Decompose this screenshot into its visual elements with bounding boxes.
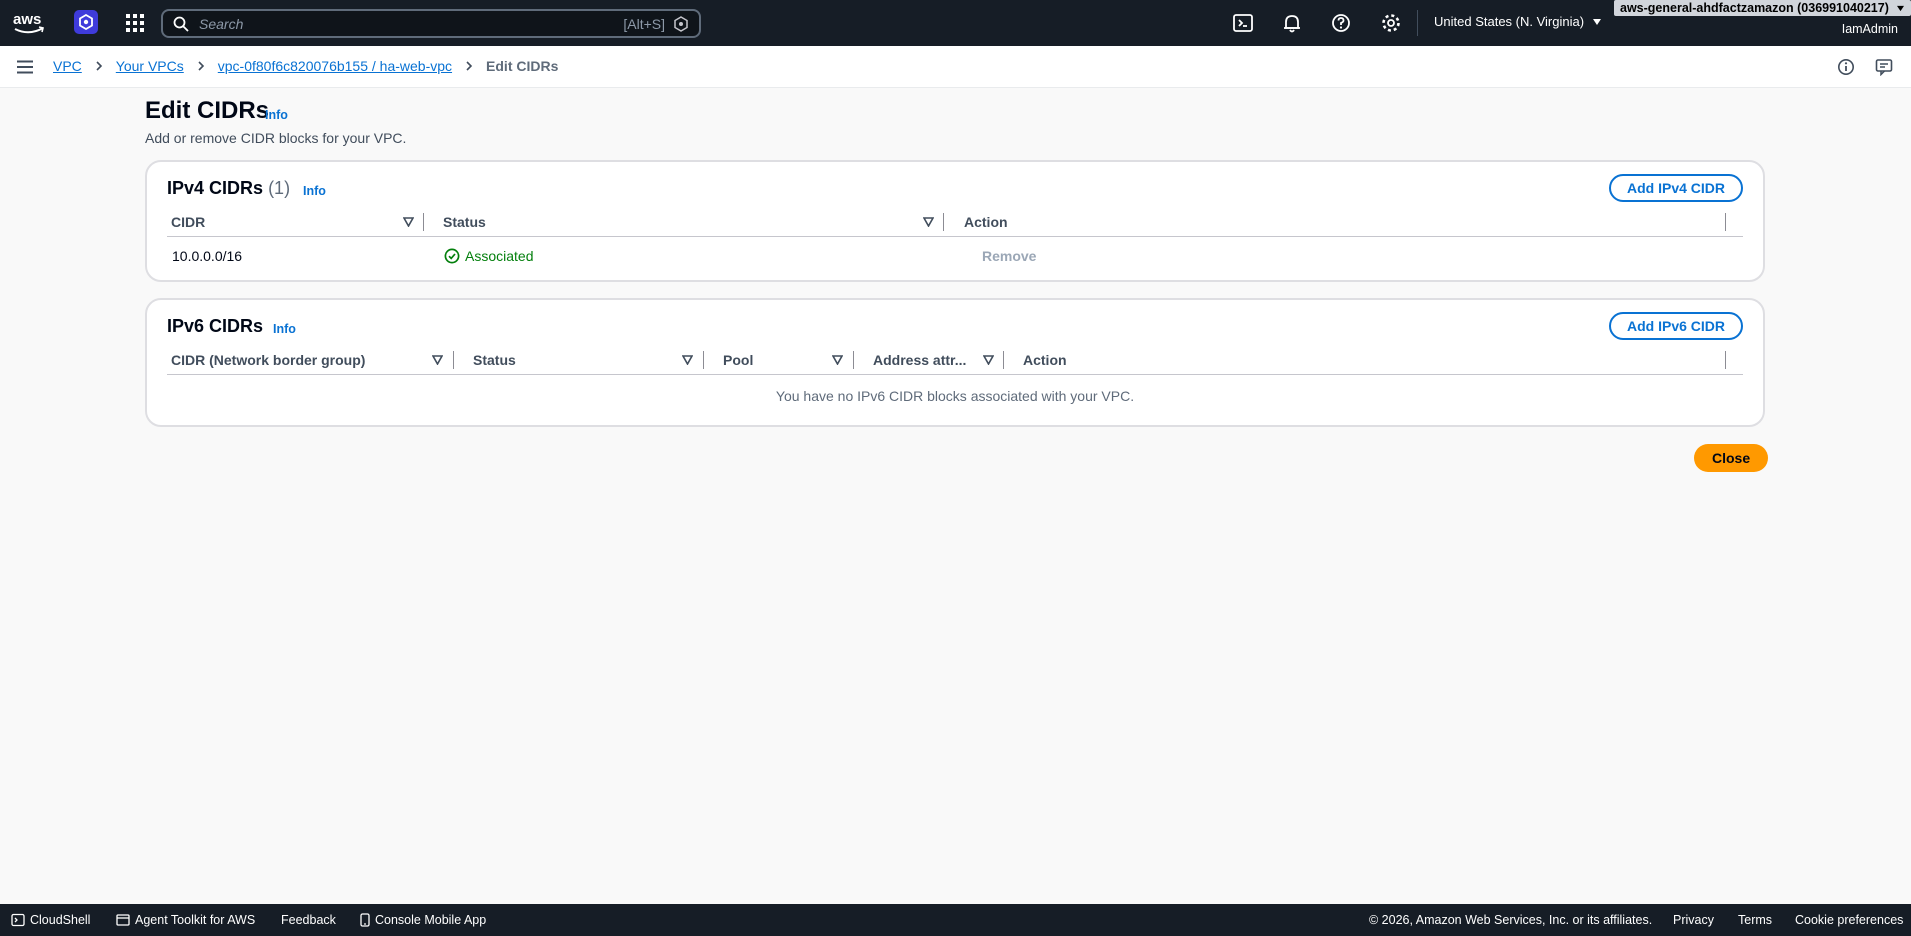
cloudshell-link[interactable]: CloudShell	[11, 913, 90, 927]
sort-icon[interactable]	[432, 355, 443, 365]
info-icon[interactable]	[1837, 58, 1855, 76]
help-icon[interactable]	[1330, 12, 1352, 34]
terms-link[interactable]: Terms	[1738, 913, 1772, 927]
aws-logo[interactable]: aws	[12, 9, 46, 37]
sort-icon[interactable]	[682, 355, 693, 365]
ipv6-info-link[interactable]: Info	[273, 322, 296, 336]
search-placeholder: Search	[199, 16, 244, 32]
status-badge: Associated	[444, 248, 533, 264]
ipv4-title-text: IPv4 CIDRs	[167, 178, 264, 198]
breadcrumb-bar: VPC Your VPCs vpc-0f80f6c820076b155 / ha…	[0, 46, 1911, 88]
mobile-app-label: Console Mobile App	[375, 913, 487, 927]
breadcrumb-vpc[interactable]: VPC	[53, 58, 82, 74]
sort-icon[interactable]	[923, 217, 934, 227]
agent-toolkit-link[interactable]: Agent Toolkit for AWS	[116, 913, 255, 927]
privacy-link[interactable]: Privacy	[1673, 913, 1714, 927]
page-title: Edit CIDRs	[145, 97, 270, 124]
agent-toolkit-label: Agent Toolkit for AWS	[135, 913, 256, 927]
cloudshell-icon	[11, 913, 25, 927]
ipv6-panel-title: IPv6 CIDRs	[167, 316, 264, 336]
breadcrumb: VPC Your VPCs vpc-0f80f6c820076b155 / ha…	[53, 58, 558, 74]
cloudshell-label: CloudShell	[30, 913, 91, 927]
menu-icon[interactable]	[16, 60, 34, 74]
ipv6-table-header: CIDR (Network border group) Status Pool …	[167, 345, 1743, 375]
ipv4-cidrs-panel: IPv4 CIDRs (1) Info Add IPv4 CIDR CIDR S…	[145, 160, 1765, 282]
notifications-icon[interactable]	[1281, 12, 1303, 34]
col-cidr-nbg-header[interactable]: CIDR (Network border group)	[171, 352, 365, 368]
sort-icon[interactable]	[403, 217, 414, 227]
status-text: Associated	[465, 248, 534, 264]
column-resizer[interactable]	[1725, 351, 1726, 369]
column-resizer[interactable]	[453, 351, 454, 369]
chevron-right-icon	[466, 61, 473, 71]
ipv4-panel-title: IPv4 CIDRs (1)	[167, 178, 290, 199]
account-label: aws-general-ahdfactzamazon (036991040217…	[1620, 1, 1889, 15]
search-input[interactable]: Search [Alt+S]	[161, 9, 701, 38]
svg-text:aws: aws	[13, 11, 41, 28]
account-menu[interactable]: aws-general-ahdfactzamazon (036991040217…	[1614, 0, 1911, 16]
toolkit-icon	[116, 914, 130, 926]
caret-down-icon	[1592, 19, 1601, 25]
col-status-header[interactable]: Status	[443, 214, 486, 230]
footer: CloudShell Agent Toolkit for AWS Feedbac…	[0, 904, 1911, 936]
col-action-header: Action	[1023, 352, 1067, 368]
breadcrumb-current: Edit CIDRs	[486, 58, 559, 74]
cloudshell-icon[interactable]	[1232, 12, 1254, 34]
mobile-app-link[interactable]: Console Mobile App	[360, 913, 486, 927]
page-info-link[interactable]: Info	[265, 108, 288, 122]
breadcrumb-vpc-id[interactable]: vpc-0f80f6c820076b155 / ha-web-vpc	[218, 58, 452, 74]
feedback-panel-icon[interactable]	[1875, 58, 1893, 76]
feedback-link[interactable]: Feedback	[281, 913, 336, 927]
check-circle-icon	[444, 248, 460, 264]
chevron-right-icon	[96, 61, 102, 71]
region-label: United States (N. Virginia)	[1434, 14, 1585, 29]
cidr-cell: 10.0.0.0/16	[172, 248, 243, 264]
column-resizer[interactable]	[853, 351, 854, 369]
search-assist-icon	[674, 16, 688, 32]
ipv4-table-header: CIDR Status Action	[167, 207, 1743, 237]
column-resizer[interactable]	[423, 213, 424, 231]
copyright-text: © 2026, Amazon Web Services, Inc. or its…	[1369, 913, 1653, 927]
caret-down-icon	[1897, 5, 1905, 12]
column-resizer[interactable]	[1003, 351, 1004, 369]
ipv4-info-link[interactable]: Info	[303, 184, 326, 198]
col-address-attr-header[interactable]: Address attr...	[873, 352, 966, 368]
sort-icon[interactable]	[832, 355, 843, 365]
search-icon	[173, 16, 189, 32]
col-cidr-header[interactable]: CIDR	[171, 214, 205, 230]
add-ipv4-cidr-button[interactable]: Add IPv4 CIDR	[1608, 174, 1743, 202]
remove-button[interactable]: Remove	[982, 248, 1036, 264]
ipv6-empty-message: You have no IPv6 CIDR blocks associated …	[775, 388, 1135, 404]
col-action-header: Action	[964, 214, 1008, 230]
ipv6-cidrs-panel: IPv6 CIDRs Info Add IPv6 CIDR CIDR (Netw…	[145, 298, 1765, 427]
column-resizer[interactable]	[1725, 213, 1726, 231]
col-pool-header[interactable]: Pool	[723, 352, 753, 368]
mobile-phone-icon	[360, 913, 370, 927]
search-shortcut: [Alt+S]	[623, 16, 665, 32]
sort-icon[interactable]	[983, 355, 994, 365]
user-name[interactable]: IamAdmin	[1842, 22, 1898, 36]
top-navigation: aws Search [Alt+S] United States (N. Vir…	[0, 0, 1911, 46]
apps-grid-icon[interactable]	[125, 13, 145, 33]
region-selector[interactable]: United States (N. Virginia)	[1434, 14, 1602, 29]
column-resizer[interactable]	[943, 213, 944, 231]
column-resizer[interactable]	[703, 351, 704, 369]
close-button[interactable]: Close	[1694, 444, 1769, 472]
settings-icon[interactable]	[1380, 12, 1402, 34]
cookie-preferences-link[interactable]: Cookie preferences	[1795, 913, 1903, 927]
add-ipv6-cidr-button[interactable]: Add IPv6 CIDR	[1608, 312, 1743, 340]
page-description: Add or remove CIDR blocks for your VPC.	[145, 130, 407, 146]
app-logo-icon[interactable]	[74, 10, 98, 34]
breadcrumb-your-vpcs[interactable]: Your VPCs	[116, 58, 184, 74]
nav-divider	[1417, 10, 1418, 36]
ipv4-count: (1)	[268, 178, 291, 198]
col-status-header[interactable]: Status	[473, 352, 516, 368]
chevron-right-icon	[198, 61, 204, 71]
